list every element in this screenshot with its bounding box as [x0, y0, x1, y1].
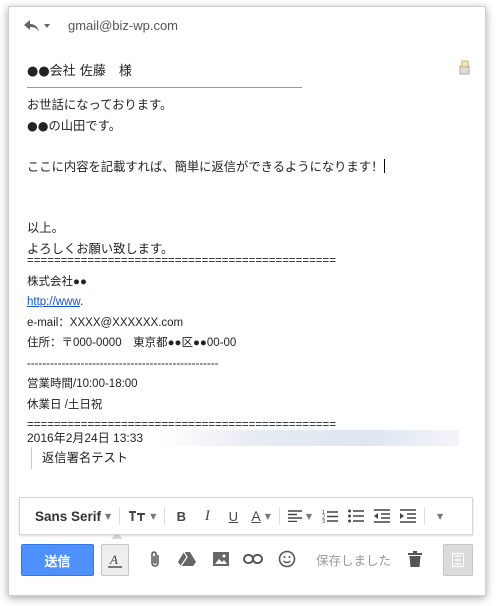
link-icon — [243, 554, 263, 564]
body-line: 以上。 — [27, 221, 64, 235]
signature-divider: ----------------------------------------… — [27, 357, 219, 370]
indent-more-icon — [400, 509, 416, 523]
emoji-icon — [278, 550, 296, 568]
formatting-options-toggle[interactable]: A — [101, 544, 129, 576]
underline-button[interactable]: U — [220, 498, 246, 534]
bold-button[interactable]: B — [168, 498, 194, 534]
align-button[interactable]: ▼ — [283, 498, 317, 534]
quoted-text: 返信署名テスト — [31, 447, 128, 469]
numbered-list-icon: 1 2 3 — [322, 510, 338, 523]
bold-icon: B — [176, 508, 187, 524]
signature-block: ========================================… — [27, 251, 336, 436]
insert-drive-button[interactable] — [177, 549, 197, 569]
discard-draft-button[interactable] — [405, 549, 425, 569]
addressee-line[interactable]: ●●会社 佐藤 様 — [27, 60, 302, 88]
signature-address: 住所：〒000-0000 東京都●●区●●00-00 — [27, 337, 237, 349]
signature-rule: ========================================… — [27, 255, 336, 267]
signature-link[interactable]: http://www — [27, 296, 80, 308]
more-formatting-button[interactable]: ▼ — [428, 498, 448, 534]
compose-window: gmail@biz-wp.com ●●会社 佐藤 様 お世話になっております。 … — [8, 6, 486, 596]
attach-files-button[interactable] — [145, 549, 165, 569]
svg-text:A: A — [109, 552, 118, 567]
paperclip-icon — [151, 551, 159, 567]
expand-quoted-icon[interactable] — [457, 59, 471, 75]
chevron-down-icon: ▼ — [264, 511, 271, 521]
reply-type-button[interactable] — [23, 17, 53, 35]
signature-company: 株式会社●● — [27, 275, 87, 288]
insert-emoji-button[interactable] — [277, 549, 297, 569]
quote-header: 2016年2月24日 13:33 — [27, 431, 144, 445]
indent-less-button[interactable] — [369, 498, 395, 534]
toolbar-divider — [424, 507, 425, 525]
indent-more-button[interactable] — [395, 498, 421, 534]
signature-email: e-mail：XXXX@XXXXXX.com — [27, 316, 184, 329]
signature-holidays: 休業日 /土日祝 — [27, 398, 103, 411]
numbered-list-button[interactable]: 1 2 3 — [317, 498, 343, 534]
italic-icon: I — [204, 507, 210, 524]
bulleted-list-button[interactable] — [343, 498, 369, 534]
body-line: お世話になっております。 — [27, 98, 173, 112]
chevron-down-icon: ▼ — [437, 511, 444, 521]
signature-url-suffix: . — [80, 296, 84, 308]
compose-header: gmail@biz-wp.com — [9, 7, 485, 45]
chevron-down-icon: ▼ — [150, 511, 157, 521]
text-cursor — [384, 158, 386, 173]
signature-hours: 営業時間/10:00-18:00 — [27, 378, 138, 390]
send-button[interactable]: 送信 — [21, 544, 94, 576]
font-name: Sans Serif — [35, 508, 102, 524]
toolbar-divider — [164, 507, 166, 525]
formatting-toolbar: Sans Serif ▼ ▼ B I U A ▼ ▼ 1 2 3 ▼ — [19, 497, 473, 535]
font-size-select[interactable]: ▼ — [123, 498, 161, 534]
drive-icon — [178, 551, 196, 567]
chevron-down-icon: ▼ — [305, 511, 312, 521]
trash-icon — [408, 551, 422, 567]
redacted-sender — [159, 430, 459, 446]
toolbar-divider — [278, 507, 280, 525]
italic-button[interactable]: I — [194, 498, 220, 534]
text-color-icon: A — [251, 508, 261, 524]
toolbar-divider — [119, 507, 121, 525]
recipient-address[interactable]: gmail@biz-wp.com — [68, 18, 178, 33]
svg-text:3: 3 — [322, 519, 325, 523]
align-left-icon — [287, 510, 302, 522]
body-line: ここに内容を記載すれば、簡単に返信ができるようになります！ — [27, 159, 384, 174]
underline-icon: U — [228, 508, 239, 524]
body-line: ●●の山田です。 — [27, 118, 122, 133]
text-color-button[interactable]: A ▼ — [246, 498, 276, 534]
more-options-button[interactable] — [443, 544, 473, 576]
chevron-down-icon: ▼ — [105, 511, 112, 521]
insert-photo-button[interactable] — [211, 549, 231, 569]
text-format-icon: A — [108, 552, 122, 568]
indent-less-icon — [374, 509, 390, 523]
text-size-icon — [129, 511, 146, 521]
more-options-icon — [452, 553, 464, 567]
bulleted-list-icon — [348, 509, 364, 523]
insert-link-button[interactable] — [243, 549, 263, 569]
reply-icon — [24, 20, 50, 32]
message-body[interactable]: お世話になっております。 ●●の山田です。 ここに内容を記載すれば、簡単に返信が… — [27, 95, 467, 259]
save-status: 保存しました — [316, 553, 392, 568]
compose-action-bar: 送信 A 保存しました — [9, 539, 485, 585]
photo-icon — [213, 552, 229, 566]
font-family-select[interactable]: Sans Serif ▼ — [20, 498, 116, 534]
